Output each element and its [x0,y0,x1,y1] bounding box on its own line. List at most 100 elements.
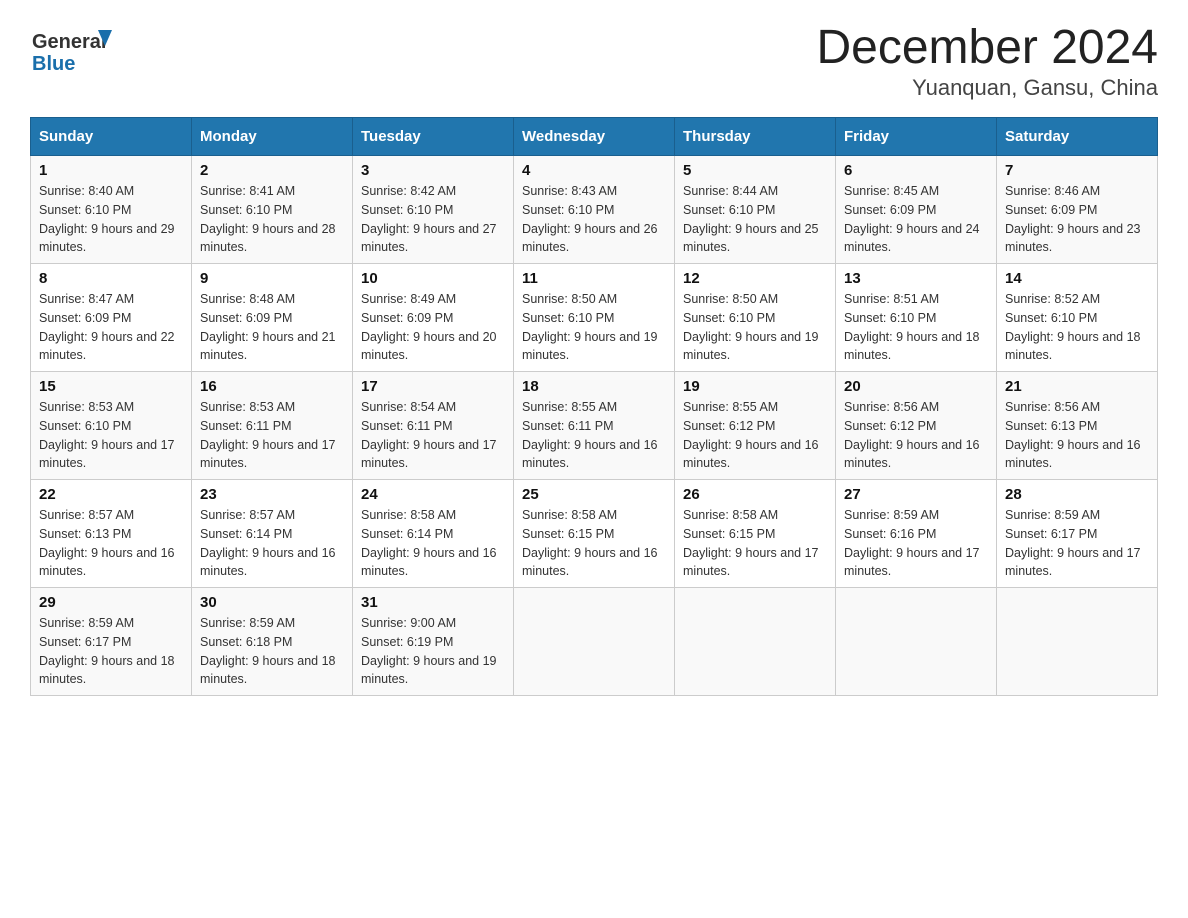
day-number: 18 [522,378,666,395]
calendar-cell: 19Sunrise: 8:55 AMSunset: 6:12 PMDayligh… [675,372,836,480]
day-sun-info: Sunrise: 8:57 AMSunset: 6:14 PMDaylight:… [200,506,344,581]
day-sun-info: Sunrise: 8:51 AMSunset: 6:10 PMDaylight:… [844,290,988,365]
calendar-cell: 3 Sunrise: 8:42 AMSunset: 6:10 PMDaylight… [353,156,514,264]
calendar-week-row: 15Sunrise: 8:53 AMSunset: 6:10 PMDayligh… [31,372,1158,480]
day-sun-info: Sunrise: 8:40 AMSunset: 6:10 PMDaylight:… [39,182,183,257]
calendar-week-row: 22 Sunrise: 8:57 AMSunset: 6:13 PMDayligh… [31,480,1158,588]
calendar-cell: 28Sunrise: 8:59 AMSunset: 6:17 PMDayligh… [997,480,1158,588]
day-number: 30 [200,594,344,611]
day-sun-info: Sunrise: 8:58 AMSunset: 6:14 PMDaylight:… [361,506,505,581]
weekday-header-thursday: Thursday [675,118,836,156]
day-sun-info: Sunrise: 8:45 AMSunset: 6:09 PMDaylight:… [844,182,988,257]
day-sun-info: Sunrise: 8:48 AMSunset: 6:09 PMDaylight:… [200,290,344,365]
calendar-cell [514,588,675,696]
weekday-header-row: SundayMondayTuesdayWednesdayThursdayFrid… [31,118,1158,156]
calendar-cell: 10 Sunrise: 8:49 AMSunset: 6:09 PMDayligh… [353,264,514,372]
day-sun-info: Sunrise: 8:59 AMSunset: 6:16 PMDaylight:… [844,506,988,581]
calendar-cell: 7 Sunrise: 8:46 AMSunset: 6:09 PMDaylight… [997,156,1158,264]
calendar-week-row: 29 Sunrise: 8:59 AMSunset: 6:17 PMDayligh… [31,588,1158,696]
day-number: 22 [39,486,183,503]
calendar-cell: 21 Sunrise: 8:56 AMSunset: 6:13 PMDayligh… [997,372,1158,480]
day-sun-info: Sunrise: 8:53 AMSunset: 6:11 PMDaylight:… [200,398,344,473]
day-number: 17 [361,378,505,395]
page-header: General Blue December 2024 Yuanquan, Gan… [30,20,1158,101]
calendar-cell: 20 Sunrise: 8:56 AMSunset: 6:12 PMDayligh… [836,372,997,480]
calendar-week-row: 8 Sunrise: 8:47 AMSunset: 6:09 PMDaylight… [31,264,1158,372]
calendar-cell: 1Sunrise: 8:40 AMSunset: 6:10 PMDaylight… [31,156,192,264]
calendar-cell: 17 Sunrise: 8:54 AMSunset: 6:11 PMDayligh… [353,372,514,480]
calendar-cell: 23 Sunrise: 8:57 AMSunset: 6:14 PMDayligh… [192,480,353,588]
logo: General Blue [30,20,120,80]
day-sun-info: Sunrise: 8:59 AMSunset: 6:17 PMDaylight:… [39,614,183,689]
logo-svg: General Blue [30,20,120,80]
day-number: 2 [200,162,344,179]
day-sun-info: Sunrise: 8:42 AMSunset: 6:10 PMDaylight:… [361,182,505,257]
day-sun-info: Sunrise: 8:56 AMSunset: 6:13 PMDaylight:… [1005,398,1149,473]
weekday-header-monday: Monday [192,118,353,156]
calendar-cell: 8 Sunrise: 8:47 AMSunset: 6:09 PMDaylight… [31,264,192,372]
weekday-header-sunday: Sunday [31,118,192,156]
calendar-cell: 14 Sunrise: 8:52 AMSunset: 6:10 PMDayligh… [997,264,1158,372]
day-number: 5 [683,162,827,179]
calendar-cell: 12 Sunrise: 8:50 AMSunset: 6:10 PMDayligh… [675,264,836,372]
title-block: December 2024 Yuanquan, Gansu, China [816,20,1158,101]
calendar-cell: 6 Sunrise: 8:45 AMSunset: 6:09 PMDaylight… [836,156,997,264]
day-number: 23 [200,486,344,503]
svg-text:General: General [32,31,106,53]
day-number: 3 [361,162,505,179]
day-number: 14 [1005,270,1149,287]
day-sun-info: Sunrise: 8:57 AMSunset: 6:13 PMDaylight:… [39,506,183,581]
calendar-cell: 18 Sunrise: 8:55 AMSunset: 6:11 PMDayligh… [514,372,675,480]
day-number: 31 [361,594,505,611]
day-number: 29 [39,594,183,611]
day-number: 8 [39,270,183,287]
day-number: 12 [683,270,827,287]
calendar-cell: 9 Sunrise: 8:48 AMSunset: 6:09 PMDaylight… [192,264,353,372]
day-sun-info: Sunrise: 8:55 AMSunset: 6:11 PMDaylight:… [522,398,666,473]
calendar-cell: 27 Sunrise: 8:59 AMSunset: 6:16 PMDayligh… [836,480,997,588]
calendar-cell: 16 Sunrise: 8:53 AMSunset: 6:11 PMDayligh… [192,372,353,480]
day-number: 24 [361,486,505,503]
day-sun-info: Sunrise: 8:52 AMSunset: 6:10 PMDaylight:… [1005,290,1149,365]
day-sun-info: Sunrise: 8:56 AMSunset: 6:12 PMDaylight:… [844,398,988,473]
weekday-header-saturday: Saturday [997,118,1158,156]
location-subtitle: Yuanquan, Gansu, China [816,75,1158,101]
day-sun-info: Sunrise: 9:00 AMSunset: 6:19 PMDaylight:… [361,614,505,689]
day-sun-info: Sunrise: 8:58 AMSunset: 6:15 PMDaylight:… [522,506,666,581]
calendar-cell: 22 Sunrise: 8:57 AMSunset: 6:13 PMDayligh… [31,480,192,588]
day-sun-info: Sunrise: 8:46 AMSunset: 6:09 PMDaylight:… [1005,182,1149,257]
day-number: 6 [844,162,988,179]
day-number: 26 [683,486,827,503]
day-sun-info: Sunrise: 8:43 AMSunset: 6:10 PMDaylight:… [522,182,666,257]
day-number: 11 [522,270,666,287]
day-number: 28 [1005,486,1149,503]
day-number: 16 [200,378,344,395]
calendar-cell: 24 Sunrise: 8:58 AMSunset: 6:14 PMDayligh… [353,480,514,588]
day-sun-info: Sunrise: 8:54 AMSunset: 6:11 PMDaylight:… [361,398,505,473]
day-sun-info: Sunrise: 8:49 AMSunset: 6:09 PMDaylight:… [361,290,505,365]
calendar-cell: 5Sunrise: 8:44 AMSunset: 6:10 PMDaylight… [675,156,836,264]
calendar-cell: 15Sunrise: 8:53 AMSunset: 6:10 PMDayligh… [31,372,192,480]
weekday-header-friday: Friday [836,118,997,156]
day-number: 25 [522,486,666,503]
day-sun-info: Sunrise: 8:47 AMSunset: 6:09 PMDaylight:… [39,290,183,365]
calendar-cell [675,588,836,696]
day-number: 21 [1005,378,1149,395]
calendar-cell: 11Sunrise: 8:50 AMSunset: 6:10 PMDayligh… [514,264,675,372]
day-number: 10 [361,270,505,287]
day-sun-info: Sunrise: 8:50 AMSunset: 6:10 PMDaylight:… [683,290,827,365]
day-number: 9 [200,270,344,287]
calendar-cell: 30Sunrise: 8:59 AMSunset: 6:18 PMDayligh… [192,588,353,696]
calendar-cell: 26 Sunrise: 8:58 AMSunset: 6:15 PMDayligh… [675,480,836,588]
calendar-cell: 25 Sunrise: 8:58 AMSunset: 6:15 PMDayligh… [514,480,675,588]
day-number: 20 [844,378,988,395]
day-number: 7 [1005,162,1149,179]
day-sun-info: Sunrise: 8:55 AMSunset: 6:12 PMDaylight:… [683,398,827,473]
calendar-week-row: 1Sunrise: 8:40 AMSunset: 6:10 PMDaylight… [31,156,1158,264]
day-sun-info: Sunrise: 8:58 AMSunset: 6:15 PMDaylight:… [683,506,827,581]
calendar-table: SundayMondayTuesdayWednesdayThursdayFrid… [30,117,1158,696]
weekday-header-tuesday: Tuesday [353,118,514,156]
calendar-cell [997,588,1158,696]
calendar-cell: 31 Sunrise: 9:00 AMSunset: 6:19 PMDayligh… [353,588,514,696]
day-number: 27 [844,486,988,503]
